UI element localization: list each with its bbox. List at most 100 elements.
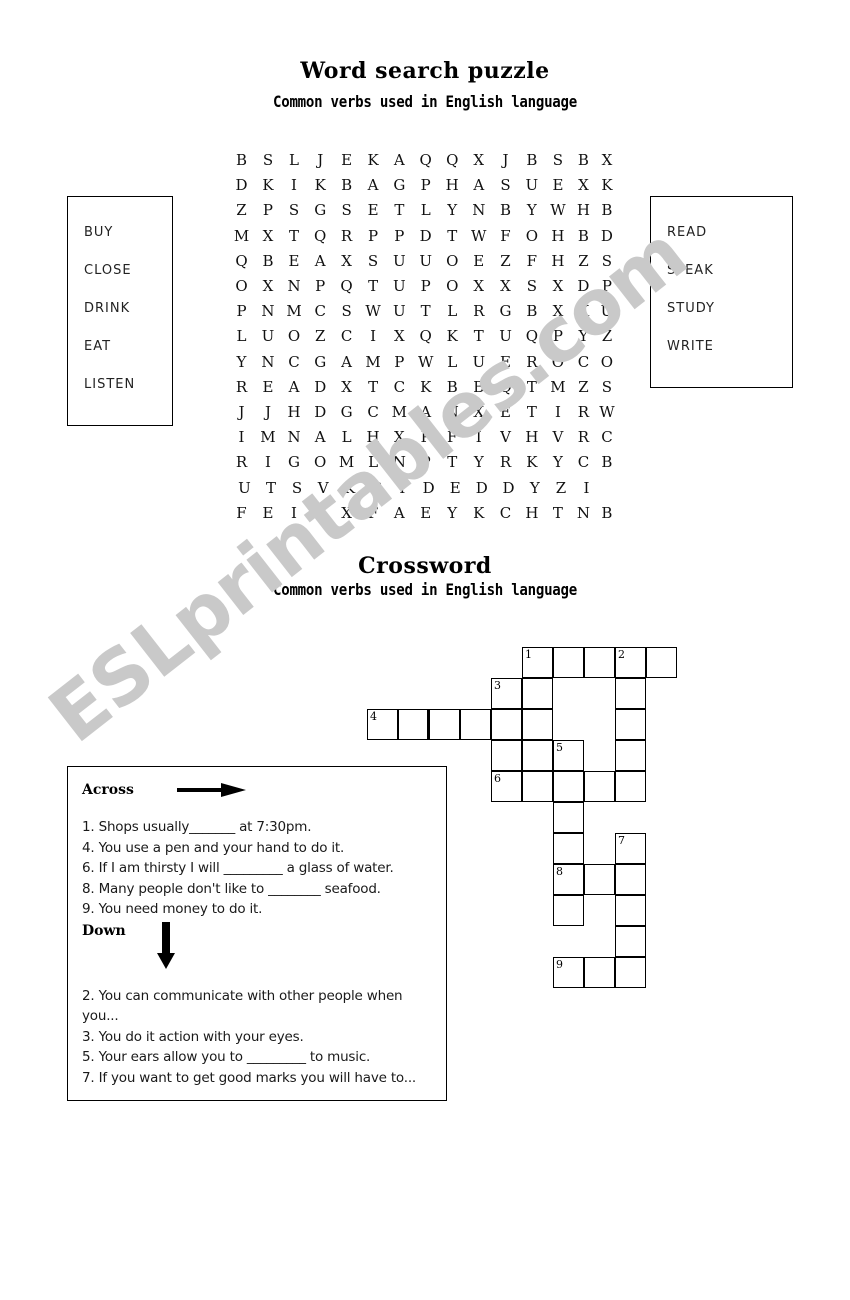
wordsearch-letter: K bbox=[262, 176, 274, 195]
clue-item: 9. You need money to do it. bbox=[82, 901, 263, 917]
crossword-cell[interactable] bbox=[491, 740, 522, 771]
wordsearch-letter: C bbox=[577, 453, 590, 472]
crossword-cell[interactable] bbox=[615, 709, 646, 740]
wordsearch-letter: Y bbox=[473, 453, 484, 472]
wordsearch-letter: E bbox=[314, 503, 326, 522]
clue-item: 2. You can communicate with other people… bbox=[82, 987, 403, 1025]
wordsearch-letter: P bbox=[601, 277, 612, 296]
wordsearch-letter: U bbox=[392, 251, 406, 270]
crossword-cell[interactable] bbox=[615, 895, 646, 926]
crossword-cell[interactable] bbox=[584, 647, 615, 678]
crossword-cell-numbered[interactable]: 1 bbox=[522, 647, 553, 678]
crossword-cell-number: 1 bbox=[525, 648, 532, 661]
wordsearch-letter: H bbox=[366, 428, 380, 447]
crossword-cell[interactable] bbox=[398, 709, 429, 740]
wordsearch-letter: R bbox=[473, 302, 485, 321]
wordsearch-letter: A bbox=[367, 176, 379, 195]
word-list-item: WRITE bbox=[667, 339, 714, 354]
wordsearch-letter: Q bbox=[419, 151, 432, 170]
crossword-cell[interactable] bbox=[553, 895, 584, 926]
crossword-cell[interactable] bbox=[553, 833, 584, 864]
wordsearch-letter: T bbox=[420, 302, 431, 321]
wordsearch-letter: F bbox=[500, 226, 511, 245]
crossword-cell-numbered[interactable]: 5 bbox=[553, 740, 584, 771]
crossword-cell-numbered[interactable]: 9 bbox=[553, 957, 584, 988]
wordsearch-letter: E bbox=[473, 251, 485, 270]
wordsearch-letter: Y bbox=[236, 352, 247, 371]
crossword-cell[interactable] bbox=[553, 771, 584, 802]
crossword-cell[interactable] bbox=[584, 771, 615, 802]
crossword-cell-numbered[interactable]: 6 bbox=[491, 771, 522, 802]
wordsearch-letter: W bbox=[550, 201, 566, 220]
wordsearch-letter: P bbox=[420, 277, 431, 296]
crossword-cell[interactable] bbox=[646, 647, 677, 678]
crossword-cell[interactable] bbox=[615, 771, 646, 802]
wordsearch-title: Word search puzzle bbox=[300, 58, 550, 84]
wordsearch-letter: Q bbox=[419, 327, 432, 346]
wordsearch-letter: R bbox=[235, 453, 248, 472]
word-list-item: LISTEN bbox=[84, 377, 136, 392]
wordsearch-letter: X bbox=[473, 402, 485, 421]
word-list-item: READ bbox=[667, 225, 708, 240]
clue-item: 7. If you want to get good marks you wil… bbox=[82, 1069, 417, 1086]
wordsearch-row: MXTQRPPDTWFOHBD bbox=[228, 224, 618, 249]
crossword-cell-numbered[interactable]: 7 bbox=[615, 833, 646, 864]
crossword-cell-numbered[interactable]: 3 bbox=[491, 678, 522, 709]
wordsearch-letter: L bbox=[420, 201, 431, 220]
wordsearch-letter: L bbox=[447, 302, 458, 321]
crossword-cell[interactable] bbox=[615, 957, 646, 988]
wordsearch-letter: P bbox=[368, 226, 379, 245]
wordsearch-letter: T bbox=[265, 478, 276, 497]
wordsearch-letter: I bbox=[475, 428, 482, 447]
crossword-cell[interactable] bbox=[522, 678, 553, 709]
wordsearch-letter: O bbox=[525, 226, 539, 245]
crossword-cell[interactable] bbox=[584, 864, 615, 895]
wordsearch-letter: S bbox=[601, 251, 613, 270]
wordsearch-letter: E bbox=[500, 402, 511, 421]
wordsearch-letter: B bbox=[500, 201, 512, 220]
crossword-cell-numbered[interactable]: 8 bbox=[553, 864, 584, 895]
crossword-cell[interactable] bbox=[615, 926, 646, 957]
crossword-cell[interactable] bbox=[522, 709, 553, 740]
crossword-cell[interactable] bbox=[615, 740, 646, 771]
crossword-cell[interactable] bbox=[460, 709, 491, 740]
wordsearch-letter: I bbox=[583, 478, 590, 497]
wordsearch-letter: E bbox=[449, 478, 461, 497]
wordsearch-letter: T bbox=[552, 503, 563, 522]
crossword-cell[interactable] bbox=[553, 647, 584, 678]
down-clue-list: 2. You can communicate with other people… bbox=[82, 986, 432, 1089]
wordsearch-letter: B bbox=[601, 201, 613, 220]
wordsearch-row: BSLJEKAQQXJBSBX bbox=[228, 148, 618, 173]
crossword-cell[interactable] bbox=[553, 802, 584, 833]
arrow-down-icon bbox=[157, 921, 175, 969]
wordsearch-row: YNCGAMPWLUEROCO bbox=[228, 350, 618, 375]
crossword-cell[interactable] bbox=[491, 709, 522, 740]
crossword-cell[interactable] bbox=[615, 864, 646, 895]
crossword-cell[interactable] bbox=[615, 678, 646, 709]
wordsearch-letter: T bbox=[447, 226, 458, 245]
wordsearch-letter: E bbox=[500, 352, 511, 371]
crossword-cell[interactable] bbox=[429, 709, 460, 740]
crossword-cell[interactable] bbox=[584, 957, 615, 988]
wordsearch-letter: N bbox=[392, 453, 406, 472]
wordsearch-letter: H bbox=[551, 226, 565, 245]
wordsearch-letter: M bbox=[365, 352, 381, 371]
crossword-cell-numbered[interactable]: 2 bbox=[615, 647, 646, 678]
wordsearch-letter: R bbox=[577, 402, 590, 421]
crossword-cell[interactable] bbox=[522, 740, 553, 771]
wordsearch-letter: C bbox=[314, 302, 326, 321]
wordsearch-letter: X bbox=[393, 428, 405, 447]
wordsearch-letter: R bbox=[526, 352, 538, 371]
crossword-cell-numbered[interactable]: 4 bbox=[367, 709, 398, 740]
word-list-item: CLOSE bbox=[84, 263, 132, 278]
wordsearch-letter: X bbox=[473, 277, 485, 296]
wordsearch-letter: Z bbox=[578, 251, 589, 270]
wordsearch-letter: F bbox=[526, 251, 538, 270]
wordsearch-letter: B bbox=[473, 377, 485, 396]
wordsearch-letter: E bbox=[420, 503, 432, 522]
wordsearch-letter: U bbox=[419, 251, 432, 270]
wordsearch-row: READXTCKBBQTMZS bbox=[228, 375, 618, 400]
crossword-cell[interactable] bbox=[522, 771, 553, 802]
wordsearch-letter: I bbox=[291, 503, 297, 522]
wordsearch-letter: I bbox=[238, 428, 245, 447]
